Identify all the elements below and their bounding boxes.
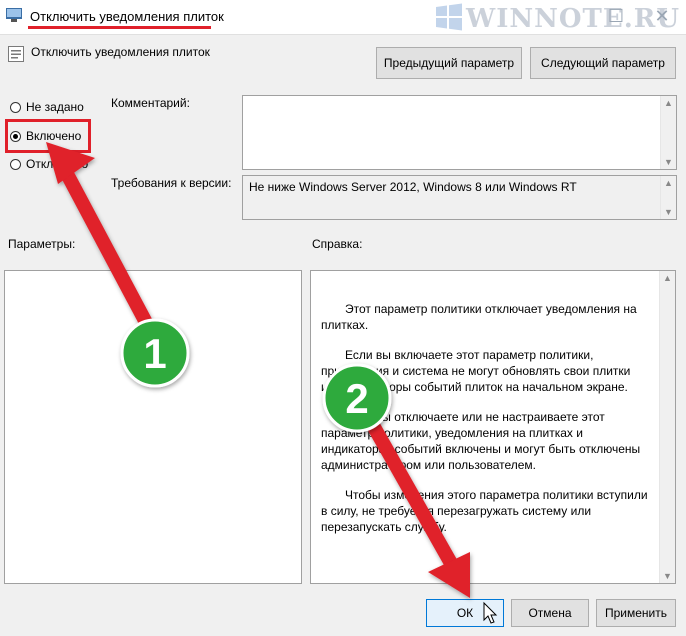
radio-label: Не задано <box>26 100 84 114</box>
help-paragraph: Если вы отключаете или не настраиваете э… <box>321 410 641 472</box>
maximize-icon[interactable]: ☐ <box>606 6 626 26</box>
help-paragraph: Чтобы изменения этого параметра политики… <box>321 488 648 534</box>
help-scrollbar[interactable]: ▲ ▼ <box>659 271 675 583</box>
windows-logo-icon <box>436 3 462 31</box>
params-label: Параметры: <box>8 237 76 251</box>
scroll-down-icon[interactable]: ▼ <box>661 155 676 169</box>
enabled-highlight-annotation <box>5 119 91 153</box>
version-value: Не ниже Windows Server 2012, Windows 8 и… <box>249 180 577 194</box>
policy-name: Отключить уведомления плиток <box>31 45 210 59</box>
scroll-up-icon[interactable]: ▲ <box>661 176 676 190</box>
previous-setting-button[interactable]: Предыдущий параметр <box>376 47 522 79</box>
watermark-text: WINNOTE.RU <box>466 4 681 34</box>
params-panel <box>4 270 302 584</box>
scroll-up-icon[interactable]: ▲ <box>661 96 676 110</box>
scroll-up-icon[interactable]: ▲ <box>660 271 675 285</box>
apply-button[interactable]: Применить <box>596 599 676 627</box>
radio-circle[interactable] <box>10 101 21 113</box>
help-paragraph: Этот параметр политики отключает уведомл… <box>321 302 637 332</box>
scroll-down-icon[interactable]: ▼ <box>661 205 676 219</box>
comment-label: Комментарий: <box>111 96 190 110</box>
radio-disabled[interactable]: Отключено <box>10 155 88 173</box>
help-panel: Этот параметр политики отключает уведомл… <box>310 270 676 584</box>
radio-circle[interactable] <box>10 158 21 170</box>
scroll-down-icon[interactable]: ▼ <box>660 569 675 583</box>
help-text: Этот параметр политики отключает уведомл… <box>321 301 651 549</box>
version-field: Не ниже Windows Server 2012, Windows 8 и… <box>242 175 677 220</box>
help-label: Справка: <box>312 237 363 251</box>
title-bar: Отключить уведомления плиток WINNOTE.RU … <box>0 0 686 35</box>
window-title: Отключить уведомления плиток <box>30 9 224 24</box>
comment-textarea[interactable]: ▲ ▼ <box>242 95 677 170</box>
cancel-button[interactable]: Отмена <box>511 599 589 627</box>
radio-not-configured[interactable]: Не задано <box>10 98 84 116</box>
title-underline-annotation <box>28 26 211 29</box>
next-setting-button[interactable]: Следующий параметр <box>530 47 676 79</box>
ok-button[interactable]: ОК <box>426 599 504 627</box>
radio-label: Отключено <box>26 157 89 171</box>
comment-scrollbar[interactable]: ▲ ▼ <box>660 96 676 169</box>
version-scrollbar[interactable]: ▲ ▼ <box>660 176 676 219</box>
policy-app-icon <box>6 8 22 22</box>
version-label: Требования к версии: <box>111 176 232 190</box>
close-icon[interactable]: ✕ <box>652 6 672 26</box>
policy-setting-icon <box>8 46 24 62</box>
help-paragraph: Если вы включаете этот параметр политики… <box>321 348 631 394</box>
